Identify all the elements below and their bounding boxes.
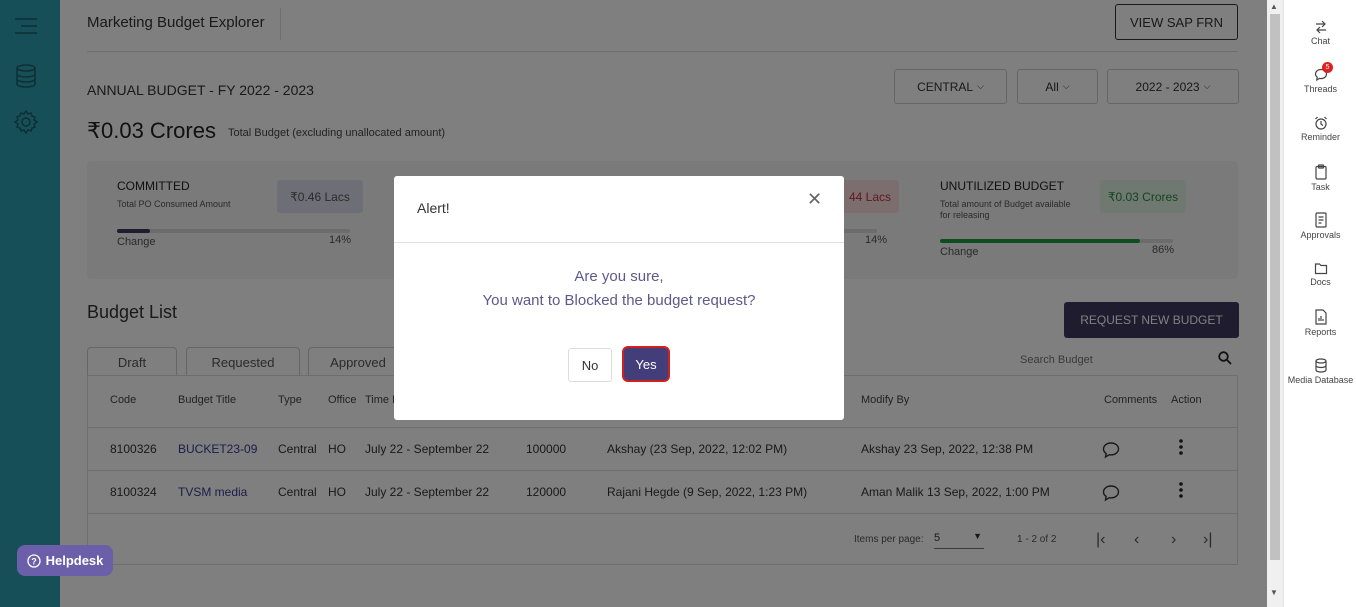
sidebar-item-label: Docs	[1310, 277, 1331, 287]
sidebar-item-approvals[interactable]: Approvals	[1284, 212, 1356, 240]
dialog-message-line2: You want to Blocked the budget request?	[482, 292, 756, 309]
sidebar-item-media-database[interactable]: Media Database	[1284, 358, 1356, 385]
sidebar-item-reports[interactable]: Reports	[1284, 309, 1356, 337]
sidebar-item-label: Media Database	[1287, 375, 1354, 385]
dialog-title: Alert!	[417, 200, 450, 216]
document-icon	[1314, 212, 1327, 228]
sidebar-item-reminder[interactable]: Reminder	[1284, 116, 1356, 142]
helpdesk-label: Helpdesk	[45, 553, 104, 568]
sidebar-item-label: Reminder	[1300, 132, 1340, 142]
scrollbar[interactable]: ▲ ▼	[1267, 0, 1283, 607]
sidebar-item-label: Chat	[1310, 36, 1330, 46]
sidebar-item-label: Reports	[1304, 327, 1337, 337]
alert-dialog: Alert! ✕ Are you sure, You want to Block…	[394, 176, 844, 420]
alarm-clock-icon	[1314, 116, 1327, 130]
sidebar-item-chat[interactable]: Chat	[1284, 20, 1356, 46]
no-button[interactable]: No	[568, 348, 612, 382]
report-icon	[1314, 309, 1327, 325]
sidebar-item-label: Task	[1311, 182, 1330, 192]
chat-icon	[1315, 20, 1326, 34]
sidebar-item-label: Threads	[1303, 84, 1338, 94]
folder-icon	[1314, 263, 1327, 275]
sidebar-item-docs[interactable]: Docs	[1284, 262, 1356, 287]
database-icon	[1314, 358, 1327, 373]
sidebar-item-threads[interactable]: Threads 5	[1284, 62, 1356, 94]
scroll-down-icon[interactable]: ▼	[1270, 588, 1278, 597]
divider	[394, 242, 844, 243]
sidebar-item-task[interactable]: Task	[1284, 164, 1356, 192]
yes-button[interactable]: Yes	[622, 346, 670, 382]
notification-badge: 5	[1322, 62, 1333, 73]
svg-text:?: ?	[31, 556, 37, 566]
right-sidebar: Chat Threads 5 Reminder Task Approvals D…	[1283, 0, 1356, 607]
scroll-up-icon[interactable]: ▲	[1270, 2, 1278, 11]
close-icon[interactable]: ✕	[807, 189, 822, 210]
clipboard-icon	[1314, 164, 1327, 180]
dialog-message-line1: Are you sure,	[574, 268, 664, 285]
sidebar-item-label: Approvals	[1300, 230, 1341, 240]
helpdesk-button[interactable]: ? Helpdesk	[17, 545, 113, 576]
scrollbar-thumb[interactable]	[1270, 14, 1280, 560]
help-icon: ?	[26, 553, 41, 568]
